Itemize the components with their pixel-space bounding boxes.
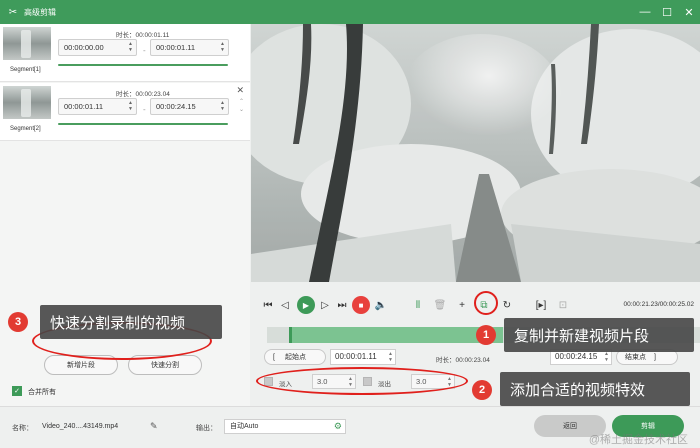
- window-title: 高级剪辑: [24, 7, 56, 17]
- close-window-button[interactable]: ✕: [678, 0, 700, 24]
- add-icon[interactable]: +: [455, 294, 469, 316]
- range-separator: -: [143, 46, 146, 55]
- annotation-badge-3: 3: [8, 312, 28, 332]
- segment-progress-bar: [58, 64, 228, 66]
- segment-duration: 时长：00:00:01.11: [116, 32, 170, 39]
- trim-icon[interactable]: [▸]: [534, 294, 548, 316]
- segment-duration: 时长：00:00:23.04: [116, 91, 170, 98]
- go-end-icon[interactable]: ⏭: [335, 294, 349, 316]
- annotation-badge-2: 2: [472, 380, 492, 400]
- annotation-highlight-1: [474, 291, 498, 315]
- reset-icon[interactable]: ↻: [500, 294, 514, 316]
- delete-segment-icon[interactable]: ✕: [236, 85, 244, 96]
- playback-timecode: 00:00:21.23/00:00:25.02: [623, 301, 694, 308]
- segment-start-input[interactable]: 00:00:01.11 ▲ ▼: [58, 98, 137, 115]
- prev-frame-icon[interactable]: ◁: [279, 294, 291, 316]
- annotation-highlight-2: [256, 367, 468, 395]
- annotation-badge-1: 1: [476, 325, 496, 345]
- timeline-selection: [289, 327, 503, 343]
- segment-progress-bar: [58, 123, 228, 125]
- merge-all-label: 合并所有: [28, 389, 56, 396]
- annotation-tip-2: 添加合适的视频特效: [500, 372, 690, 406]
- segment-label: Segment[1]: [10, 67, 41, 73]
- delete-icon[interactable]: 🗑: [433, 294, 447, 316]
- annotation-tip-3: 快速分割录制的视频: [40, 305, 222, 339]
- stepper-icon[interactable]: ▲ ▼: [220, 41, 225, 53]
- merge-all-checkbox[interactable]: ✓: [12, 386, 22, 396]
- volume-icon[interactable]: 🔈: [374, 294, 388, 316]
- segment-item-2[interactable]: Segment[2] 时长：00:00:23.04 00:00:01.11 ▲ ▼…: [0, 83, 250, 141]
- reorder-icon[interactable]: ⌃ ⌄: [239, 98, 244, 114]
- stepper-icon[interactable]: ▲ ▼: [128, 41, 133, 53]
- crop-icon[interactable]: ⊡: [556, 294, 570, 316]
- minimize-button[interactable]: —: [634, 0, 656, 24]
- stepper-icon[interactable]: ▲ ▼: [128, 100, 133, 112]
- next-frame-icon[interactable]: ▷: [319, 294, 331, 316]
- segment-label: Segment[2]: [10, 126, 41, 132]
- segment-start-input[interactable]: 00:00:00.00 ▲ ▼: [58, 39, 137, 56]
- segment-thumbnail: [3, 86, 51, 119]
- gear-icon[interactable]: ⚙: [334, 420, 342, 433]
- edit-name-icon[interactable]: ✎: [150, 421, 158, 432]
- output-select[interactable]: 自动Auto ⚙: [224, 419, 346, 434]
- segment-end-input[interactable]: 00:00:24.15 ▲ ▼: [150, 98, 229, 115]
- file-name: Video_240....43149.mp4: [42, 423, 119, 430]
- video-preview[interactable]: [251, 24, 700, 282]
- range-separator: -: [143, 105, 146, 114]
- bracket-close-icon: ]: [654, 353, 656, 361]
- segment-end-input[interactable]: 00:00:01.11 ▲ ▼: [150, 39, 229, 56]
- split-icon[interactable]: ⫴: [411, 294, 425, 316]
- stepper-icon[interactable]: ▲ ▼: [604, 351, 609, 363]
- maximize-button[interactable]: ☐: [656, 0, 678, 24]
- range-duration: 时长：00:00:23.04: [436, 357, 490, 364]
- set-start-button[interactable]: [ 起始点: [264, 349, 326, 365]
- watermark: @稀土掘金技术社区: [588, 434, 688, 446]
- go-start-icon[interactable]: ⏮: [261, 294, 275, 316]
- bottom-bar: 名称： Video_240....43149.mp4 ✎ 输出： 自动Auto …: [0, 406, 700, 448]
- video-frame-image: [251, 24, 700, 282]
- title-bar: ✂ 高级剪辑 — ☐ ✕: [0, 0, 700, 24]
- segment-thumbnail: [3, 27, 51, 60]
- bracket-open-icon: [: [273, 353, 275, 361]
- window-controls: — ☐ ✕: [634, 0, 700, 24]
- timeline-handle[interactable]: [289, 327, 292, 343]
- segment-item-1[interactable]: Segment[1] 时长：00:00:01.11 00:00:00.00 ▲ ▼…: [0, 24, 250, 82]
- name-label: 名称：: [12, 425, 33, 432]
- stepper-icon[interactable]: ▲ ▼: [220, 100, 225, 112]
- app-logo-icon: ✂: [8, 6, 18, 18]
- stop-button[interactable]: ■: [352, 296, 370, 314]
- start-time-input[interactable]: 00:00:01.11 ▲ ▼: [330, 349, 396, 365]
- stepper-icon[interactable]: ▲ ▼: [388, 351, 393, 363]
- annotation-tip-1: 复制并新建视频片段: [504, 318, 694, 352]
- play-button[interactable]: ▶: [297, 296, 315, 314]
- output-label: 输出：: [196, 425, 217, 432]
